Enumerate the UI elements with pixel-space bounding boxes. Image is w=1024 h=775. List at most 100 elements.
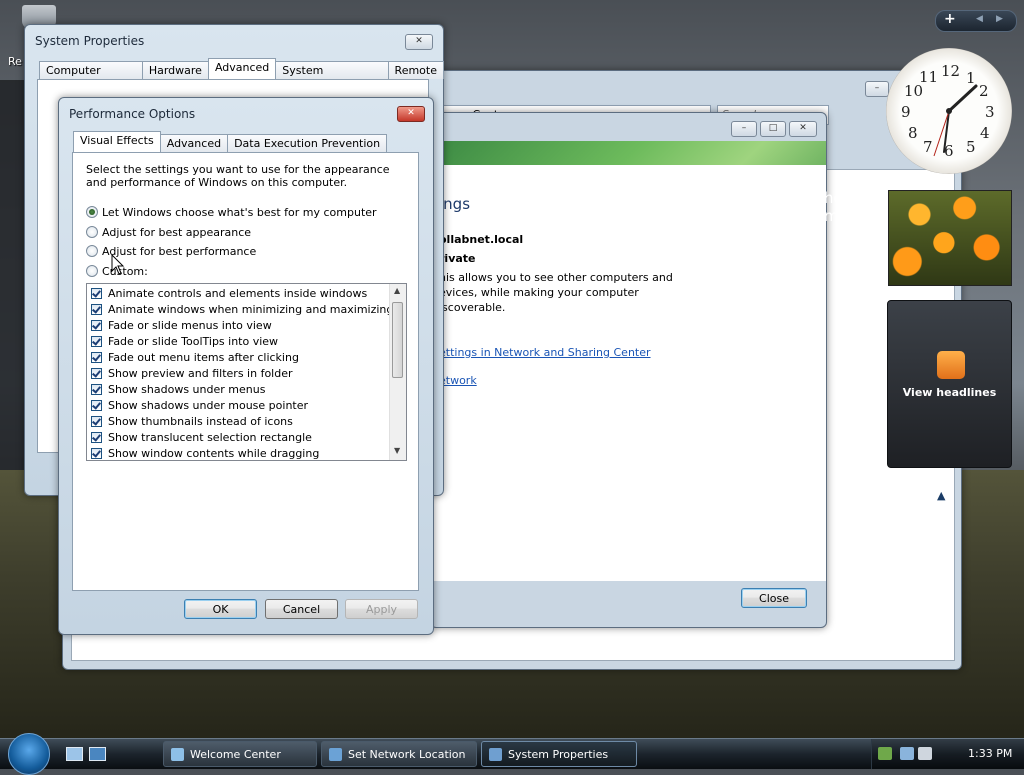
clock-hands-icon xyxy=(933,84,978,157)
start-button[interactable] xyxy=(8,733,50,775)
banner-text: how more xyxy=(824,189,863,225)
list-item[interactable]: Show preview and filters in folder xyxy=(91,365,293,381)
add-gadget-icon[interactable]: + xyxy=(944,11,956,27)
network-icon xyxy=(329,748,342,761)
taskbar-button-label: Welcome Center xyxy=(190,748,281,761)
scroll-up-icon[interactable]: ▲ xyxy=(394,286,400,295)
checkbox[interactable] xyxy=(91,351,102,363)
checkbox[interactable] xyxy=(91,335,102,347)
list-item[interactable]: Show shadows under menus xyxy=(91,381,265,397)
list-item[interactable]: Fade or slide menus into view xyxy=(91,317,272,333)
list-item[interactable]: Show window contents while dragging xyxy=(91,445,319,460)
taskbar-button-welcome-center[interactable]: Welcome Center xyxy=(163,741,317,767)
radio-label: Let Windows choose what's best for my co… xyxy=(102,205,377,219)
clock-time[interactable]: 1:33 PM xyxy=(968,747,1012,760)
volume-muted-icon[interactable] xyxy=(918,747,932,760)
list-item-label: Fade or slide menus into view xyxy=(108,318,272,332)
radio-label: Adjust for best performance xyxy=(102,244,257,258)
sidebar-controls[interactable]: + ◀ ▶ xyxy=(935,10,1017,32)
view-headlines-label[interactable]: View headlines xyxy=(888,386,1011,399)
checkbox[interactable] xyxy=(91,303,102,315)
list-item-label: Show translucent selection rectangle xyxy=(108,430,312,444)
radio-label: Adjust for best appearance xyxy=(102,225,252,239)
tab-visual-effects[interactable]: Visual Effects xyxy=(73,131,161,152)
ok-button[interactable]: OK xyxy=(184,599,257,619)
list-item-label: Show thumbnails instead of icons xyxy=(108,414,293,428)
list-item[interactable]: Show translucent selection rectangle xyxy=(91,429,312,445)
list-item[interactable]: Animate windows when minimizing and maxi… xyxy=(91,301,393,317)
list-item[interactable]: Animate controls and elements inside win… xyxy=(91,285,367,301)
list-item-label: Animate windows when minimizing and maxi… xyxy=(108,302,394,316)
tab-strip: Visual Effects Advanced Data Execution P… xyxy=(73,131,388,152)
switch-windows-icon[interactable] xyxy=(89,747,106,761)
checkbox[interactable] xyxy=(91,287,102,299)
tab-hardware[interactable]: Hardware xyxy=(141,61,209,79)
network-tray-icon[interactable] xyxy=(900,747,914,760)
checkbox[interactable] xyxy=(91,399,102,411)
taskbar: Welcome Center Set Network Location Syst… xyxy=(0,733,1024,775)
taskbar-button-set-network-location[interactable]: Set Network Location xyxy=(321,741,477,767)
apply-button[interactable]: Apply xyxy=(345,599,418,619)
taskbar-button-system-properties[interactable]: System Properties xyxy=(481,741,637,767)
visual-effects-list[interactable]: Animate controls and elements inside win… xyxy=(86,283,407,461)
window-title: System Properties xyxy=(35,34,145,48)
security-icon[interactable] xyxy=(878,747,892,760)
mouse-pointer-icon xyxy=(111,254,125,275)
checkbox[interactable] xyxy=(91,431,102,443)
description-line-1: his allows you to see other computers an… xyxy=(439,271,673,284)
taskbar-button-label: Set Network Location xyxy=(348,748,466,761)
dialog-title: Performance Options xyxy=(69,107,196,121)
tab-remote[interactable]: Remote xyxy=(387,61,444,79)
list-item[interactable]: Fade or slide ToolTips into view xyxy=(91,333,278,349)
chevron-left-icon[interactable]: ◀ xyxy=(976,14,983,24)
checkbox[interactable] xyxy=(91,319,102,331)
network-sharing-center-link[interactable]: ettings in Network and Sharing Center xyxy=(439,346,651,359)
clock-gadget[interactable]: 12 1 2 3 4 5 6 7 8 9 10 11 xyxy=(886,48,1012,174)
maximize-button[interactable]: □ xyxy=(760,121,786,137)
slideshow-gadget[interactable] xyxy=(888,190,1012,286)
checkbox[interactable] xyxy=(91,447,102,459)
cancel-button[interactable]: Cancel xyxy=(265,599,338,619)
show-desktop-icon[interactable] xyxy=(66,747,83,761)
close-button[interactable]: Close xyxy=(741,588,807,608)
scroll-thumb[interactable] xyxy=(392,302,403,378)
radio-button[interactable] xyxy=(86,206,98,218)
tab-system-protection[interactable]: System Protection xyxy=(275,61,389,95)
tab-advanced[interactable]: Advanced xyxy=(207,58,277,79)
radio-button[interactable] xyxy=(86,265,98,277)
list-item[interactable]: Show shadows under mouse pointer xyxy=(91,397,308,413)
rss-icon xyxy=(937,351,965,379)
checkbox[interactable] xyxy=(91,415,102,427)
radio-best-appearance[interactable]: Adjust for best appearance xyxy=(86,224,251,240)
list-item[interactable]: Fade out menu items after clicking xyxy=(91,349,299,365)
radio-button[interactable] xyxy=(86,245,98,257)
network-location-window: – □ ✕ how more ings ollabnet.local rivat… xyxy=(430,112,863,628)
tab-data-execution-prevention[interactable]: Data Execution Prevention xyxy=(227,134,388,152)
taskbar-button-label: System Properties xyxy=(508,748,609,761)
location-type: rivate xyxy=(439,252,476,265)
feed-headlines-gadget[interactable]: View headlines xyxy=(887,300,1012,468)
radio-let-windows-choose[interactable]: Let Windows choose what's best for my co… xyxy=(86,204,377,220)
close-button[interactable]: ✕ xyxy=(789,121,817,137)
checkbox[interactable] xyxy=(91,367,102,379)
system-tray: 1:33 PM xyxy=(871,739,1024,769)
checkbox[interactable] xyxy=(91,383,102,395)
network-link[interactable]: etwork xyxy=(439,374,477,387)
scroll-down-icon[interactable]: ▼ xyxy=(394,446,400,455)
tab-advanced[interactable]: Advanced xyxy=(159,134,229,152)
close-button[interactable]: ✕ xyxy=(405,34,433,50)
vertical-scrollbar[interactable]: ▲ ▼ xyxy=(389,284,406,460)
list-item-label: Show shadows under menus xyxy=(108,382,266,396)
tab-strip: Computer Name Hardware Advanced System P… xyxy=(39,58,444,95)
close-button[interactable]: ✕ xyxy=(397,106,425,122)
chevron-right-icon[interactable]: ▶ xyxy=(996,14,1003,24)
chevron-up-icon[interactable]: ▲ xyxy=(937,489,945,502)
recycle-bin-label[interactable]: Re xyxy=(8,55,22,68)
radio-button[interactable] xyxy=(86,226,98,238)
list-item[interactable]: Show thumbnails instead of icons xyxy=(91,413,293,429)
list-item-label: Animate controls and elements inside win… xyxy=(108,286,368,300)
tab-computer-name[interactable]: Computer Name xyxy=(39,61,143,95)
minimize-button[interactable]: – xyxy=(731,121,757,137)
network-body: ings ollabnet.local rivate his allows yo… xyxy=(434,165,826,581)
welcome-center-icon xyxy=(171,748,184,761)
